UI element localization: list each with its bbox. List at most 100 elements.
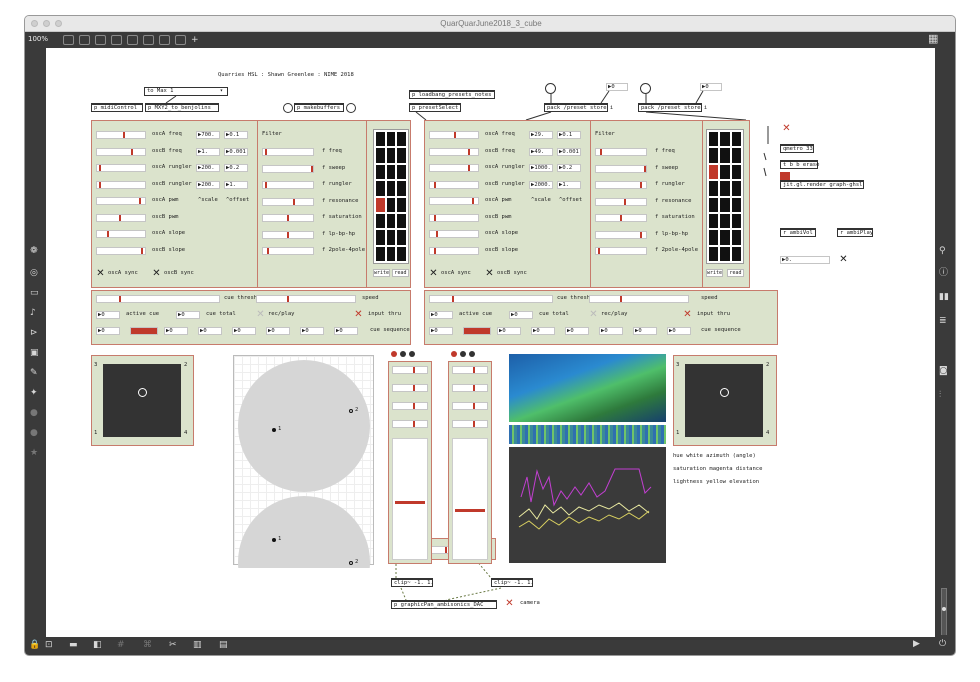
comment-icon[interactable]: [95, 35, 106, 45]
search-icon[interactable]: ⚲: [939, 246, 946, 256]
source-point-2[interactable]: [349, 409, 353, 413]
synth-slider[interactable]: [96, 131, 146, 139]
cue-step[interactable]: ▶0: [497, 327, 521, 335]
synth-slider[interactable]: [96, 246, 146, 255]
preset-cell[interactable]: [731, 230, 741, 245]
camera-toggle[interactable]: ✕: [505, 599, 514, 609]
preset-cell[interactable]: [376, 181, 385, 196]
synth-slider[interactable]: [429, 197, 479, 205]
stop-dot[interactable]: [460, 351, 466, 357]
preset-cell[interactable]: [376, 246, 385, 261]
synth-value[interactable]: ▶49.: [529, 147, 553, 156]
preset-cell[interactable]: [731, 213, 741, 229]
cue-step[interactable]: ▶0: [531, 327, 555, 335]
number-icon[interactable]: [159, 35, 170, 45]
filter-slider[interactable]: [262, 148, 314, 156]
preset-cell[interactable]: [731, 197, 741, 212]
info-icon[interactable]: ⓘ: [939, 268, 948, 278]
filter-slider[interactable]: [262, 247, 314, 255]
synth-offset[interactable]: ▶0.001: [557, 147, 581, 156]
filter-slider[interactable]: [595, 247, 647, 255]
preset-cell[interactable]: [709, 148, 719, 163]
preset-cell[interactable]: [376, 197, 385, 212]
render-object[interactable]: jit.gl.render graph-ghsl: [780, 180, 864, 189]
filter-slider[interactable]: [595, 214, 647, 222]
list-icon[interactable]: ≣: [939, 316, 947, 326]
speed-slider[interactable]: [256, 295, 356, 303]
xy-pad-area-a[interactable]: [103, 364, 181, 437]
filter-slider[interactable]: [595, 197, 647, 206]
preset-cell[interactable]: [720, 213, 730, 229]
ambiplay-toggle[interactable]: ✕: [839, 255, 848, 265]
record-dot[interactable]: [451, 351, 457, 357]
image-icon[interactable]: ▣: [30, 348, 39, 358]
plugin-icon[interactable]: ✦: [30, 388, 38, 398]
synth-value[interactable]: ▶2000.: [529, 180, 553, 189]
synth-offset[interactable]: ▶1.: [557, 180, 581, 189]
wrench-icon[interactable]: ✂: [169, 640, 177, 650]
synth-offset[interactable]: ▶0.1: [224, 131, 248, 139]
message-icon[interactable]: [127, 35, 138, 45]
lock-patch-icon[interactable]: [63, 35, 74, 45]
voice-param-slider[interactable]: [452, 366, 488, 374]
cue-number[interactable]: ▶0: [509, 311, 533, 319]
source-point-1-elev[interactable]: [272, 538, 276, 542]
voice-param-slider[interactable]: [392, 402, 428, 410]
oscB-sync-toggle-b[interactable]: ✕: [485, 269, 494, 279]
cue-step[interactable]: ▶0: [232, 327, 256, 335]
synth-value[interactable]: ▶200.: [196, 180, 220, 189]
voice-param-slider[interactable]: [392, 366, 428, 374]
cue-step[interactable]: ▶0: [198, 327, 222, 335]
zoom-level[interactable]: 100%: [28, 35, 48, 43]
filter-slider[interactable]: [595, 181, 647, 189]
read-button-b[interactable]: read: [727, 269, 744, 277]
voice-param-slider[interactable]: [392, 420, 428, 428]
star-icon[interactable]: ★: [30, 448, 38, 458]
cue-step[interactable]: ▶0: [96, 327, 120, 335]
preset-cell[interactable]: [397, 132, 406, 147]
speed-slider[interactable]: [589, 295, 689, 303]
preset-cell[interactable]: [397, 230, 406, 245]
cue-step[interactable]: ▶0: [599, 327, 623, 335]
preset-cell[interactable]: [386, 197, 396, 212]
presentation-icon[interactable]: [79, 35, 90, 45]
circle-icon[interactable]: ●: [30, 408, 38, 418]
input-thru-toggle[interactable]: ✕: [354, 310, 363, 320]
preset-cell[interactable]: [397, 213, 406, 229]
write-button-b[interactable]: write: [706, 269, 723, 277]
preset-cell[interactable]: [731, 132, 741, 147]
circle-icon-2[interactable]: ●: [30, 428, 38, 438]
synth-slider[interactable]: [96, 230, 146, 238]
preset-cell[interactable]: [731, 164, 741, 180]
preset-cell[interactable]: [376, 230, 385, 245]
synth-slider[interactable]: [96, 164, 146, 172]
cue-step[interactable]: ▶0: [164, 327, 188, 335]
graphicpan-object[interactable]: p graphicPan_ambisonics_DAC: [391, 600, 497, 609]
synth-value[interactable]: ▶200.: [196, 164, 220, 172]
preset-cell[interactable]: [720, 246, 730, 261]
cue-step[interactable]: ▶0: [266, 327, 290, 335]
synth-slider[interactable]: [429, 147, 479, 156]
voice-param-slider[interactable]: [452, 402, 488, 410]
preset-cell[interactable]: [731, 181, 741, 196]
ambivol-number[interactable]: ▶0.: [780, 256, 830, 264]
synth-slider[interactable]: [429, 246, 479, 255]
voice-param-slider[interactable]: [452, 384, 488, 392]
add-icon[interactable]: +: [191, 35, 199, 45]
synth-slider[interactable]: [96, 147, 146, 156]
synth-offset[interactable]: ▶1.: [224, 180, 248, 189]
preset-cell[interactable]: [731, 246, 741, 261]
preset-cell[interactable]: [376, 132, 385, 147]
rec-play-toggle[interactable]: ✕: [256, 310, 265, 320]
minimize-window-dot[interactable]: [43, 20, 50, 27]
preset-cell[interactable]: [731, 148, 741, 163]
toggle-icon[interactable]: [143, 35, 154, 45]
preset-cell[interactable]: [386, 132, 396, 147]
preset-cell[interactable]: [720, 197, 730, 212]
preset-cell[interactable]: [397, 246, 406, 261]
synth-slider[interactable]: [429, 230, 479, 238]
preset-cell[interactable]: [386, 230, 396, 245]
preset-grid-a[interactable]: [373, 129, 409, 264]
oscB-sync-toggle-a[interactable]: ✕: [152, 269, 161, 279]
patcher-canvas[interactable]: Quarries HSL : Shawn Greenlee : NIME 201…: [46, 48, 935, 637]
